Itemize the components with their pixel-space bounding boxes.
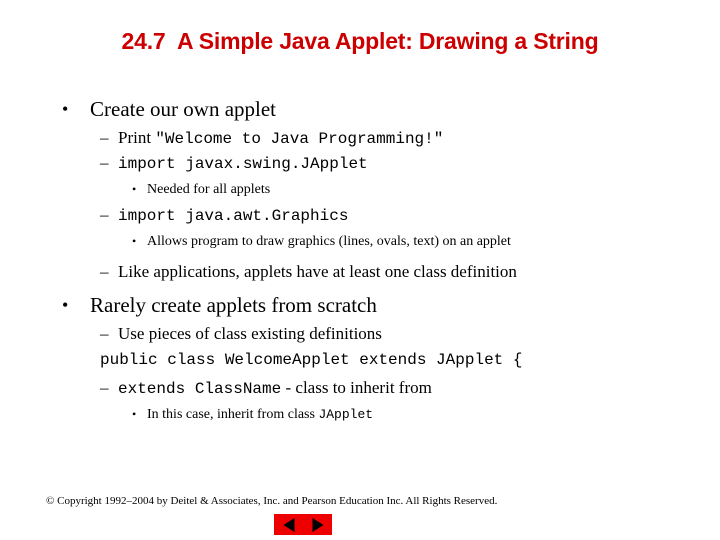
bullet-text-prefix: Print: [118, 128, 156, 147]
bullet-level1-rarely-create-applets: • Rarely create applets from scratch: [0, 292, 720, 318]
bullet-marker-dot: •: [62, 295, 69, 315]
bullet-text: Create our own applet: [90, 97, 277, 121]
bullet-level3-needed-for-applets: • Needed for all applets: [0, 180, 720, 199]
bullet-level2-use-pieces: – Use pieces of class existing definitio…: [0, 322, 720, 345]
code-snippet: "Welcome to Java Programming!": [155, 130, 444, 148]
bullet-text-prefix: In this case, inherit from class: [147, 407, 319, 422]
bullet-marker-dash: –: [100, 262, 109, 281]
bullet-level3-allows-draw-graphics: • Allows program to draw graphics (lines…: [0, 232, 720, 251]
bullet-marker-dash: –: [100, 128, 109, 147]
code-snippet: extends ClassName: [118, 380, 282, 398]
bullet-marker-dot: •: [132, 182, 137, 196]
code-snippet: import java.awt.Graphics: [118, 207, 349, 225]
bullet-marker-dash: –: [100, 378, 109, 397]
bullet-marker-dot: •: [62, 99, 69, 119]
bullet-marker-dot: •: [132, 234, 137, 248]
bullet-level2-like-applications: – Like applications, applets have at lea…: [0, 260, 720, 283]
bullet-text: Like applications, applets have at least…: [118, 262, 517, 281]
bullet-level2-import-japplet: – import javax.swing.JApplet: [0, 151, 720, 176]
code-snippet: JApplet: [318, 407, 374, 422]
bullet-marker-dot: •: [132, 407, 137, 421]
bullet-text: Rarely create applets from scratch: [90, 293, 377, 317]
page-title: 24.7 A Simple Java Applet: Drawing a Str…: [121, 28, 599, 54]
triangle-left-icon: [283, 517, 294, 532]
code-line-class-declaration: public class WelcomeApplet extends JAppl…: [100, 351, 523, 369]
bullet-level3-inherit-from-japplet: • In this case, inherit from class JAppl…: [0, 405, 720, 424]
slide-canvas: 24.7 A Simple Java Applet: Drawing a Str…: [0, 0, 720, 540]
bullet-text: Needed for all applets: [147, 182, 271, 197]
next-slide-button[interactable]: [303, 514, 332, 535]
slide-navigation: [274, 514, 446, 536]
bullet-marker-dash: –: [100, 324, 109, 343]
bullet-text-suffix: - class to inherit from: [281, 378, 432, 397]
bullet-text: Use pieces of class existing definitions: [118, 324, 382, 343]
previous-slide-button[interactable]: [274, 514, 303, 535]
bullet-marker-dash: –: [100, 205, 109, 224]
triangle-right-icon: [312, 517, 323, 532]
bullet-text: Allows program to draw graphics (lines, …: [147, 234, 511, 249]
bullet-marker-dash: –: [100, 153, 109, 172]
copyright-footer: © Copyright 1992–2004 by Deitel & Associ…: [46, 495, 498, 507]
bullet-level1-create-applet: • Create our own applet: [0, 96, 720, 122]
code-snippet: import javax.swing.JApplet: [118, 155, 368, 173]
bullet-level2-extends-classname: – extends ClassName - class to inherit f…: [0, 376, 720, 401]
bullet-level2-print-welcome: – Print "Welcome to Java Programming!": [0, 126, 720, 151]
slide-body: • Create our own applet – Print "Welcome…: [0, 96, 720, 424]
bullet-level2-import-graphics: – import java.awt.Graphics: [0, 203, 720, 228]
